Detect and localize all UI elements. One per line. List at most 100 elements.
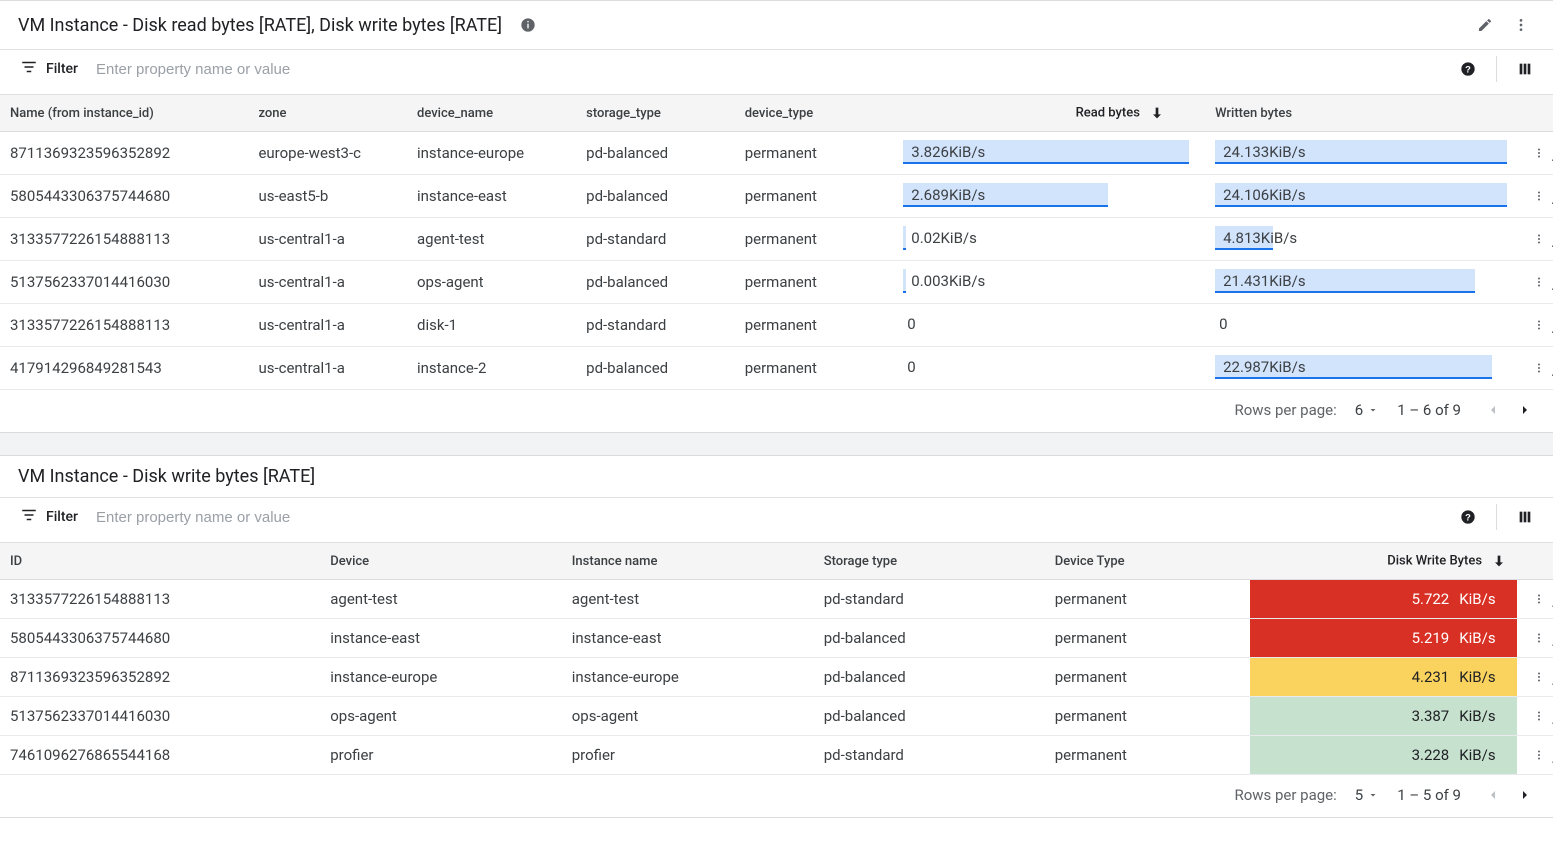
row-more-icon[interactable] — [1527, 704, 1551, 728]
metric-value: 4.813KiB/s — [1215, 225, 1507, 251]
cell-device-type: permanent — [1045, 736, 1250, 775]
col-instance-name[interactable]: Instance name — [562, 543, 814, 580]
page-size-select[interactable]: 6 — [1355, 401, 1379, 419]
panel-disk-write: VM Instance - Disk write bytes [RATE] Fi… — [0, 455, 1553, 818]
filter-input[interactable] — [94, 503, 594, 532]
cell-storage-type: pd-balanced — [814, 658, 1045, 697]
next-page-icon[interactable] — [1511, 396, 1539, 424]
cell-device: instance-europe — [320, 658, 562, 697]
cell-zone: europe-west3-c — [248, 132, 407, 175]
next-page-icon[interactable] — [1511, 781, 1539, 809]
col-storage-type[interactable]: storage_type — [576, 95, 735, 132]
cell-device-name: instance-east — [407, 175, 576, 218]
cell-instance-name: profier — [562, 736, 814, 775]
cell-name: 8711369323596352892 — [0, 132, 248, 175]
svg-text:?: ? — [1465, 512, 1471, 522]
col-zone[interactable]: zone — [248, 95, 407, 132]
edit-icon[interactable] — [1471, 11, 1499, 39]
col-disk-write[interactable]: Disk Write Bytes — [1250, 543, 1518, 580]
cell-device-type: permanent — [735, 304, 894, 347]
metric-value: 24.106KiB/s — [1215, 182, 1507, 208]
row-more-icon[interactable] — [1527, 743, 1551, 767]
divider — [1496, 56, 1497, 82]
table-row: 3133577226154888113us-central1-adisk-1pd… — [0, 304, 1553, 347]
cell-device: agent-test — [320, 580, 562, 619]
cell-id: 5137562337014416030 — [0, 697, 320, 736]
metric-value: 0 — [903, 354, 1195, 380]
metric-value: 22.987KiB/s — [1215, 354, 1507, 380]
cell-name: 3133577226154888113 — [0, 304, 248, 347]
row-more-icon[interactable] — [1527, 270, 1551, 294]
row-more-icon[interactable] — [1527, 184, 1551, 208]
cell-storage-type: pd-standard — [576, 304, 735, 347]
row-more-icon[interactable] — [1527, 356, 1551, 380]
cell-instance-name: instance-europe — [562, 658, 814, 697]
prev-page-icon[interactable] — [1479, 396, 1507, 424]
table-row: 5137562337014416030us-central1-aops-agen… — [0, 261, 1553, 304]
more-icon[interactable] — [1507, 11, 1535, 39]
cell-zone: us-central1-a — [248, 261, 407, 304]
cell-device-type: permanent — [1045, 580, 1250, 619]
page-size-select[interactable]: 5 — [1355, 786, 1379, 804]
cell-id: 5805443306375744680 — [0, 619, 320, 658]
pager-label: Rows per page: — [1234, 786, 1336, 804]
metric-value: 21.431KiB/s — [1215, 268, 1507, 294]
panel-disk-read-write: VM Instance - Disk read bytes [RATE], Di… — [0, 0, 1553, 433]
cell-instance-name: agent-test — [562, 580, 814, 619]
cell-storage-type: pd-balanced — [576, 261, 735, 304]
table-row: 7461096276865544168profierprofierpd-stan… — [0, 736, 1553, 775]
table-header-row: ID Device Instance name Storage type Dev… — [0, 543, 1553, 580]
metric-value: 0.003KiB/s — [903, 268, 1195, 294]
row-more-icon[interactable] — [1527, 665, 1551, 689]
cell-zone: us-east5-b — [248, 175, 407, 218]
col-id[interactable]: ID — [0, 543, 320, 580]
col-name[interactable]: Name (from instance_id) — [0, 95, 248, 132]
cell-device-type: permanent — [735, 132, 894, 175]
cell-name: 417914296849281543 — [0, 347, 248, 390]
columns-icon[interactable] — [1511, 503, 1539, 531]
prev-page-icon[interactable] — [1479, 781, 1507, 809]
cell-zone: us-central1-a — [248, 218, 407, 261]
cell-name: 5805443306375744680 — [0, 175, 248, 218]
col-read-bytes[interactable]: Read bytes — [893, 95, 1205, 132]
cell-instance-name: instance-east — [562, 619, 814, 658]
table-row: 8711369323596352892instance-europeinstan… — [0, 658, 1553, 697]
col-device-type[interactable]: Device Type — [1045, 543, 1250, 580]
table-row: 3133577226154888113agent-testagent-testp… — [0, 580, 1553, 619]
col-device-type[interactable]: device_type — [735, 95, 894, 132]
metric-value: 2.689KiB/s — [903, 182, 1195, 208]
pager-label: Rows per page: — [1234, 401, 1336, 419]
cell-name: 5137562337014416030 — [0, 261, 248, 304]
metric-value: 24.133KiB/s — [1215, 139, 1507, 165]
filter-icon — [20, 58, 38, 80]
table-write-bytes: ID Device Instance name Storage type Dev… — [0, 543, 1553, 775]
metric-value: 0 — [903, 311, 1195, 337]
row-more-icon[interactable] — [1527, 313, 1551, 337]
cell-id: 7461096276865544168 — [0, 736, 320, 775]
cell-disk-write: 4.231KiB/s — [1250, 658, 1518, 697]
row-more-icon[interactable] — [1527, 227, 1551, 251]
col-written-bytes[interactable]: Written bytes — [1205, 95, 1517, 132]
cell-instance-name: ops-agent — [562, 697, 814, 736]
row-more-icon[interactable] — [1527, 626, 1551, 650]
help-icon[interactable]: ? — [1454, 503, 1482, 531]
cell-device-type: permanent — [1045, 697, 1250, 736]
row-more-icon[interactable] — [1527, 587, 1551, 611]
cell-id: 8711369323596352892 — [0, 658, 320, 697]
col-device[interactable]: Device — [320, 543, 562, 580]
cell-zone: us-central1-a — [248, 347, 407, 390]
col-device-name[interactable]: device_name — [407, 95, 576, 132]
filter-input[interactable] — [94, 55, 594, 84]
cell-device: profier — [320, 736, 562, 775]
col-storage-type[interactable]: Storage type — [814, 543, 1045, 580]
cell-zone: us-central1-a — [248, 304, 407, 347]
cell-device: ops-agent — [320, 697, 562, 736]
row-more-icon[interactable] — [1527, 141, 1551, 165]
cell-storage-type: pd-balanced — [576, 347, 735, 390]
cell-device-name: disk-1 — [407, 304, 576, 347]
info-icon[interactable] — [514, 11, 542, 39]
help-icon[interactable]: ? — [1454, 55, 1482, 83]
filter-icon — [20, 506, 38, 528]
table-row: 5805443306375744680instance-eastinstance… — [0, 619, 1553, 658]
columns-icon[interactable] — [1511, 55, 1539, 83]
